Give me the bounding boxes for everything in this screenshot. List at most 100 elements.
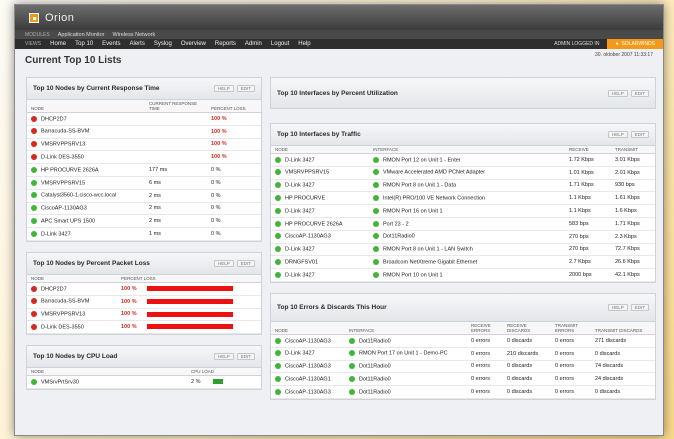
nav-overview[interactable]: Overview [181, 41, 206, 47]
node-cell[interactable]: CiscoAP-1130AG1 [271, 372, 345, 387]
table-row[interactable]: D-Link 3427 RMON Port 12 on Unit 1 - Ente… [271, 153, 655, 167]
node-cell[interactable]: VMSRVPPSRV15 [27, 176, 145, 190]
table-row[interactable]: D-Link 3427 RMON Port 16 on Unit 1 1.1 Kbp… [271, 204, 655, 218]
node-name[interactable]: RMON Port 8 on Unit 1 - Data [383, 183, 456, 189]
node-name[interactable]: RMON Port 8 on Unit 1 - LAN Switch [383, 247, 473, 253]
node-cell[interactable]: D-Link 3427 [27, 227, 145, 241]
node-name[interactable]: Dot11Radio0 [383, 234, 415, 240]
table-row[interactable]: CiscoAP-1130AG3 2 ms 0 % [27, 202, 261, 216]
edit-button[interactable]: EDIT [236, 85, 255, 92]
nav-logout[interactable]: Logout [271, 41, 289, 47]
node-name[interactable]: CiscoAP-1130AG3 [41, 206, 87, 212]
node-cell[interactable]: VMware Accelerated AMD PCNet Adapter [369, 166, 565, 180]
edit-button[interactable]: EDIT [630, 131, 649, 138]
node-name[interactable]: VMSRVPPSRV15 [41, 180, 85, 186]
node-name[interactable]: CiscoAP-1130AG3 [285, 338, 331, 344]
node-name[interactable]: Broadcom NetXtreme Gigabit Ethernet [383, 260, 477, 266]
table-row[interactable]: CiscoAP-1130AG3 Dot11Radio0 0 errors 0 disc… [271, 334, 655, 348]
node-name[interactable]: RMON Port 16 on Unit 1 [383, 208, 443, 214]
node-cell[interactable]: D-Link 3427 [271, 179, 369, 193]
table-row[interactable]: HP PROCURVE 2626A Port 23 - 2 583 bps 1.71 … [271, 217, 655, 231]
nav-home[interactable]: Home [50, 41, 66, 47]
table-row[interactable]: Barracuda-SS-BVM 100 % [27, 295, 261, 309]
node-cell[interactable]: D-Link 3427 [271, 153, 369, 167]
table-row[interactable]: DRNGFSV01 Broadcom NetXtreme Gigabit Ethe… [271, 255, 655, 270]
node-cell[interactable]: DRNGFSV01 [271, 255, 369, 270]
node-name[interactable]: D-Link DES-3550 [41, 324, 84, 330]
node-cell[interactable]: Dot11Radio0 [369, 230, 565, 244]
edit-button[interactable]: EDIT [630, 89, 649, 97]
node-name[interactable]: D-Link 3427 [285, 272, 315, 278]
table-row[interactable]: VMSRVPPSRV15 6 ms 0 % [27, 176, 261, 190]
node-cell[interactable]: RMON Port 17 on Unit 1 - Demo-PC [345, 347, 467, 361]
node-name[interactable]: CiscoAP-1130AG1 [285, 376, 331, 382]
node-cell[interactable]: DHCP2D7 [27, 112, 145, 126]
table-row[interactable]: DHCP2D7 100 % [27, 112, 261, 126]
node-cell[interactable]: D-Link DES-3550 [27, 150, 145, 165]
node-cell[interactable]: D-Link 3427 [271, 204, 369, 218]
table-row[interactable]: D-Link 3427 RMON Port 17 on Unit 1 - Demo… [271, 347, 655, 361]
node-cell[interactable]: RMON Port 8 on Unit 1 - Data [369, 179, 565, 193]
table-row[interactable]: VMSRVPPSRV13 100 % [27, 138, 261, 152]
node-name[interactable]: D-Link 3427 [285, 208, 315, 214]
nav-help[interactable]: Help [298, 41, 310, 47]
node-cell[interactable]: DHCP2D7 [27, 282, 117, 296]
node-name[interactable]: VMSRVPPSRV15 [285, 170, 329, 176]
node-name[interactable]: Catalyst3560-1.cisco-wcc.local [41, 193, 116, 199]
node-name[interactable]: DRNGFSV01 [285, 260, 318, 266]
node-cell[interactable]: HP PROCURVE [271, 191, 369, 206]
node-name[interactable]: Barracuda-SS-BVM [41, 129, 89, 135]
node-cell[interactable]: Dot11Radio0 [345, 372, 467, 387]
table-row[interactable]: APC Smart UPS 1500 2 ms 0 % [27, 214, 261, 229]
node-name[interactable]: CiscoAP-1130AG3 [285, 364, 331, 370]
nav-top10[interactable]: Top 10 [75, 41, 93, 47]
node-name[interactable]: VMware Accelerated AMD PCNet Adapter [383, 170, 485, 176]
help-button[interactable]: HELP [213, 259, 234, 267]
node-cell[interactable]: HP PROCURVE 2626A [27, 163, 145, 177]
node-name[interactable]: RMON Port 17 on Unit 1 - Demo-PC [359, 351, 448, 357]
node-name[interactable]: VMSRVPPSRV13 [41, 142, 85, 148]
node-name[interactable]: HP PROCURVE 2626A [285, 221, 343, 227]
node-cell[interactable]: Barracuda-SS-BVM [27, 295, 117, 309]
node-cell[interactable]: CiscoAP-1130AG3 [271, 360, 345, 374]
node-cell[interactable]: RMON Port 10 on Unit 1 [369, 268, 565, 282]
table-row[interactable]: Barracuda-SS-BVM 100 % [27, 125, 261, 139]
node-name[interactable]: DHCP2D7 [41, 286, 67, 292]
node-cell[interactable]: RMON Port 16 on Unit 1 [369, 204, 565, 218]
node-cell[interactable]: D-Link 3427 [271, 268, 369, 282]
table-row[interactable]: D-Link 3427 RMON Port 8 on Unit 1 - Data 1… [271, 179, 655, 193]
node-name[interactable]: D-Link 3427 [285, 183, 315, 189]
table-row[interactable]: VMSrvPrtSrv30 2 % [27, 375, 261, 389]
node-name[interactable]: Dot11Radio0 [359, 376, 391, 382]
node-name[interactable]: Dot11Radio0 [359, 364, 391, 370]
node-name[interactable]: Port 23 - 2 [383, 221, 409, 227]
table-row[interactable]: CiscoAP-1130AG3 Dot11Radio0 0 errors 0 disc… [271, 385, 655, 399]
table-row[interactable]: DHCP2D7 100 % [27, 282, 261, 296]
nav-reports[interactable]: Reports [215, 41, 236, 47]
node-name[interactable]: VMSrvPrtSrv30 [41, 379, 79, 385]
table-row[interactable]: D-Link DES-3550 100 % [27, 320, 261, 335]
node-name[interactable]: Barracuda-SS-BVM [41, 299, 89, 305]
module-wireless-network[interactable]: Wireless Network [113, 32, 156, 38]
help-button[interactable]: HELP [607, 89, 628, 97]
node-cell[interactable]: Barracuda-SS-BVM [27, 125, 145, 139]
node-cell[interactable]: Intel(R) PRO/100 VE Network Connection [369, 191, 565, 206]
node-cell[interactable]: APC Smart UPS 1500 [27, 214, 145, 229]
node-name[interactable]: Dot11Radio0 [359, 389, 391, 395]
node-name[interactable]: Intel(R) PRO/100 VE Network Connection [383, 196, 485, 202]
node-name[interactable]: D-Link 3427 [285, 247, 315, 253]
edit-button[interactable]: EDIT [630, 303, 649, 311]
node-cell[interactable]: D-Link 3427 [271, 243, 369, 257]
node-name[interactable]: D-Link 3427 [285, 157, 315, 163]
table-row[interactable]: D-Link 3427 RMON Port 8 on Unit 1 - LAN S… [271, 243, 655, 257]
node-name[interactable]: D-Link 3427 [285, 351, 315, 357]
node-name[interactable]: Dot11Radio0 [359, 338, 391, 344]
node-cell[interactable]: VMSRVPPSRV13 [27, 138, 145, 152]
table-row[interactable]: CiscoAP-1130AG1 Dot11Radio0 0 errors 0 disc… [271, 372, 655, 387]
table-row[interactable]: D-Link 3427 RMON Port 10 on Unit 1 2000 bp… [271, 268, 655, 282]
module-application-monitor[interactable]: Application Monitor [58, 32, 105, 38]
node-cell[interactable]: Port 23 - 2 [369, 217, 565, 231]
help-button[interactable]: HELP [607, 303, 628, 311]
table-row[interactable]: VMSRVPPSRV13 100 % [27, 308, 261, 322]
node-cell[interactable]: RMON Port 8 on Unit 1 - LAN Switch [369, 243, 565, 257]
